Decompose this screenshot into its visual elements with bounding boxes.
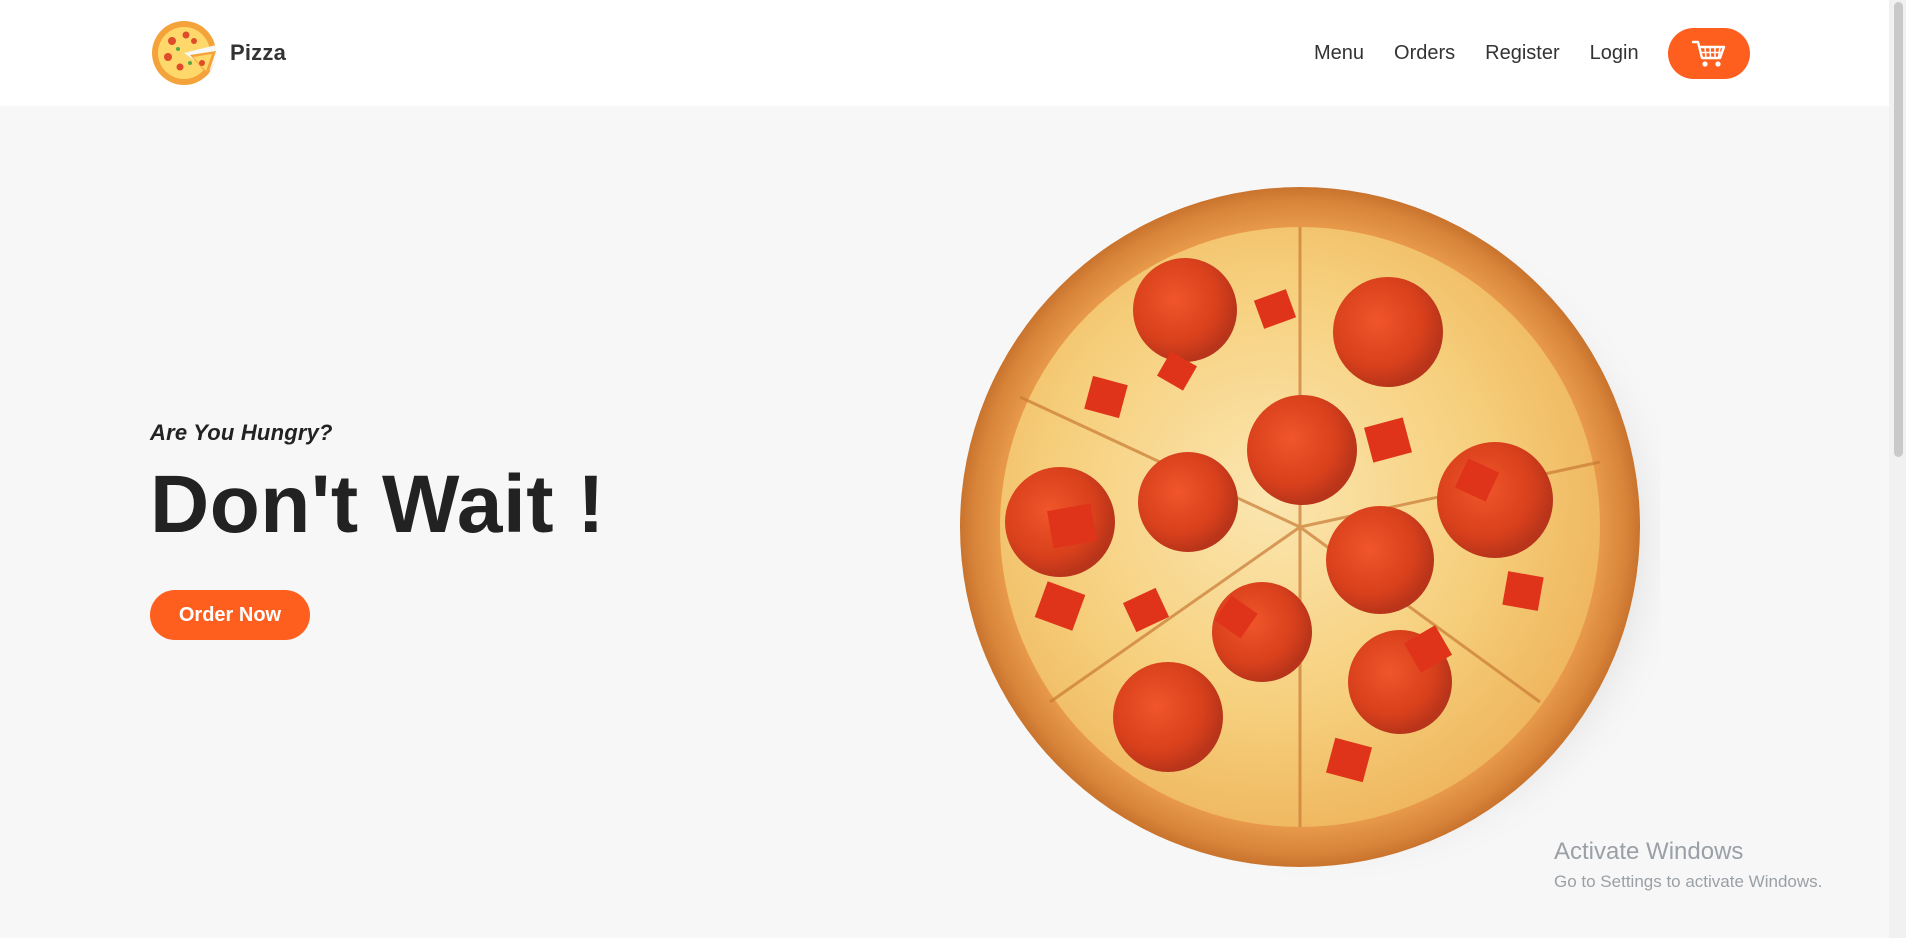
pizza-logo-icon xyxy=(152,21,217,85)
order-now-button[interactable]: Order Now xyxy=(150,590,310,640)
page: Pizza Menu Orders Register Login Are You… xyxy=(0,0,1906,938)
windows-activation-watermark: Activate Windows Go to Settings to activ… xyxy=(1554,838,1822,892)
vertical-scrollbar[interactable] xyxy=(1889,0,1906,938)
shopping-cart-icon xyxy=(1691,40,1726,67)
nav-links: Menu Orders Register Login xyxy=(1314,42,1639,65)
hero-text: Are You Hungry? Don't Wait ! Order Now xyxy=(150,420,605,640)
navbar: Pizza Menu Orders Register Login xyxy=(0,0,1906,106)
watermark-subtitle: Go to Settings to activate Windows. xyxy=(1554,872,1823,891)
watermark-title: Activate Windows xyxy=(1554,838,1744,865)
nav-orders-link[interactable]: Orders xyxy=(1394,42,1455,65)
cart-button[interactable] xyxy=(1668,28,1750,79)
pepperoni-pizza-icon xyxy=(960,187,1660,882)
hero-tagline: Are You Hungry? xyxy=(150,420,333,445)
pizza-image xyxy=(940,182,1660,882)
brand-name: Pizza xyxy=(230,40,287,65)
brand[interactable]: Pizza xyxy=(150,19,286,87)
nav-register-link[interactable]: Register xyxy=(1485,42,1559,65)
scrollbar-thumb[interactable] xyxy=(1894,2,1903,457)
nav-menu-link[interactable]: Menu xyxy=(1314,42,1364,65)
hero-headline: Don't Wait ! xyxy=(150,459,606,550)
nav-login-link[interactable]: Login xyxy=(1590,42,1639,65)
